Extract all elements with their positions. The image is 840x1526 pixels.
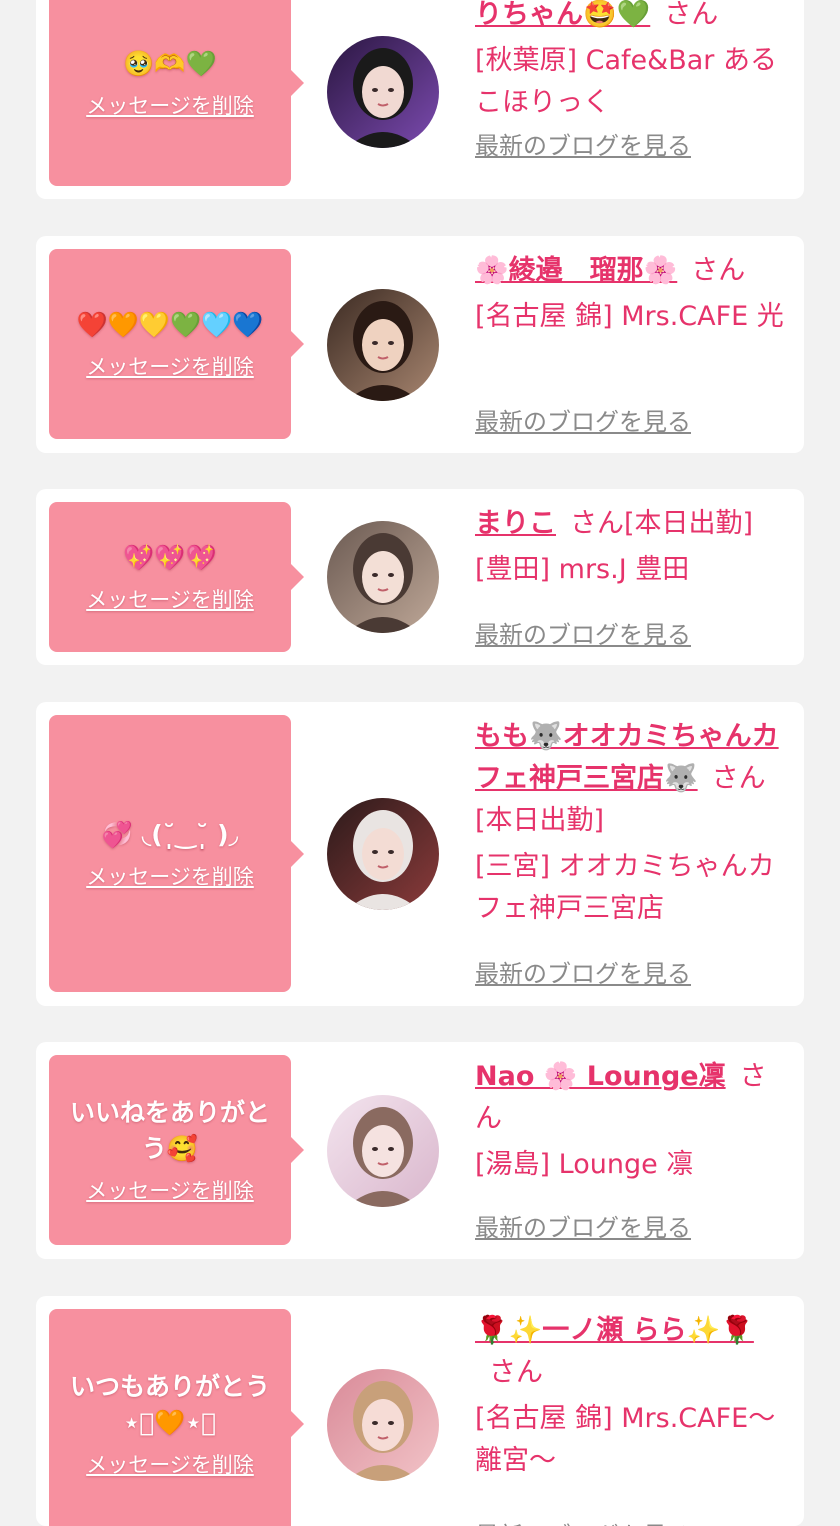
avatar-image	[327, 1095, 439, 1207]
shop-name: [豊田] mrs.J 豊田	[475, 554, 690, 585]
shop-name: [名古屋 錦] Mrs.CAFE 光	[475, 301, 784, 332]
delete-message-link[interactable]: メッセージを削除	[86, 90, 254, 120]
delete-message-link[interactable]: メッセージを削除	[86, 584, 254, 614]
shop-name: [秋葉原] Cafe&Bar あるこほりっく	[475, 45, 777, 118]
message-text: ❤️🧡💛💚🩵💙	[76, 310, 264, 339]
delete-message-link[interactable]: メッセージを削除	[86, 1449, 254, 1479]
san-suffix: さん	[664, 0, 719, 30]
avatar[interactable]	[327, 1369, 439, 1481]
message-bubble: 🥹🫶💚 メッセージを削除	[49, 0, 304, 186]
shop-name: [三宮] オオカミちゃんカフェ神戸三宮店	[475, 851, 775, 924]
san-suffix: さん	[691, 255, 746, 286]
delete-message-link[interactable]: メッセージを削除	[86, 351, 254, 381]
avatar-image	[327, 521, 439, 633]
message-list: 🥹🫶💚 メッセージを削除 りちゃん🤩💚 さん [秋葉原] Cafe&Bar あるこ…	[0, 0, 840, 1526]
cast-name-link[interactable]: 🌸綾邉 瑠那🌸	[475, 255, 677, 286]
avatar[interactable]	[327, 36, 439, 148]
cast-name-link[interactable]: まりこ	[475, 508, 556, 539]
message-bubble: いつもありがとう ⋆͛🧡⋆͛ メッセージを削除	[49, 1309, 304, 1526]
cast-info: 🌹✨一ノ瀬 らら✨🌹 さん [名古屋 錦] Mrs.CAFE〜離宮〜	[475, 1310, 792, 1482]
cast-info: Nao 🌸 Lounge凜 さん [湯島] Lounge 凛	[475, 1056, 792, 1186]
message-card: 🥹🫶💚 メッセージを削除 りちゃん🤩💚 さん [秋葉原] Cafe&Bar あるこ…	[36, 0, 804, 199]
avatar-image	[327, 1369, 439, 1481]
latest-blog-link[interactable]: 最新のブログを見る	[475, 126, 691, 161]
message-bubble: ❤️🧡💛💚🩵💙 メッセージを削除	[49, 249, 304, 439]
san-suffix: さん	[489, 1357, 543, 1388]
message-bubble: いいねをありがとう🥰 メッセージを削除	[49, 1055, 304, 1245]
shop-name: [名古屋 錦] Mrs.CAFE〜離宮〜	[475, 1403, 776, 1476]
message-card: いつもありがとう ⋆͛🧡⋆͛ メッセージを削除 🌹✨一ノ瀬 らら✨🌹 さん [名古…	[36, 1296, 804, 1526]
message-text: いつもありがとう ⋆͛🧡⋆͛	[69, 1372, 270, 1437]
message-bubble: 💞 ◟(˘̩̩̩‿˘̩̩̩ )◞ メッセージを削除	[49, 715, 304, 992]
avatar[interactable]	[327, 289, 439, 401]
message-text: 💖💖💖	[123, 543, 217, 572]
name-line: まりこ さん[本日出勤]	[475, 503, 792, 545]
cast-info: 🌸綾邉 瑠那🌸 さん [名古屋 錦] Mrs.CAFE 光	[475, 250, 792, 338]
name-line: 🌸綾邉 瑠那🌸 さん	[475, 250, 792, 292]
message-bubble: 💖💖💖 メッセージを削除	[49, 502, 304, 652]
avatar[interactable]	[327, 521, 439, 633]
name-line: 🌹✨一ノ瀬 らら✨🌹 さん	[475, 1310, 792, 1394]
latest-blog-link[interactable]: 最新のブログを見る	[475, 402, 691, 437]
status-badge: [本日出勤]	[624, 508, 754, 539]
latest-blog-link[interactable]: 最新のブログを見る	[475, 1516, 691, 1526]
cast-info: まりこ さん[本日出勤] [豊田] mrs.J 豊田	[475, 503, 792, 591]
name-line: りちゃん🤩💚 さん	[475, 0, 792, 36]
message-card: 💖💖💖 メッセージを削除 まりこ さん[本日出勤] [豊田] mrs.J 豊田 最…	[36, 489, 804, 665]
latest-blog-link[interactable]: 最新のブログを見る	[475, 954, 691, 989]
san-suffix: さん	[570, 508, 624, 539]
message-text: 🥹🫶💚	[123, 49, 217, 78]
shop-name: [湯島] Lounge 凛	[475, 1149, 694, 1180]
message-card: ❤️🧡💛💚🩵💙 メッセージを削除 🌸綾邉 瑠那🌸 さん [名古屋 錦] Mrs.C…	[36, 236, 804, 453]
message-text: 💞 ◟(˘̩̩̩‿˘̩̩̩ )◞	[101, 819, 239, 849]
latest-blog-link[interactable]: 最新のブログを見る	[475, 1208, 691, 1243]
cast-name-link[interactable]: 🌹✨一ノ瀬 らら✨🌹	[475, 1315, 754, 1346]
message-text: いいねをありがとう🥰	[69, 1098, 270, 1163]
cast-info: もも🐺オオカミちゃんカフェ神戸三宮店🐺 さん[本日出勤] [三宮] オオカミちゃん…	[475, 716, 792, 930]
avatar-image	[327, 36, 439, 148]
delete-message-link[interactable]: メッセージを削除	[86, 861, 254, 891]
delete-message-link[interactable]: メッセージを削除	[86, 1175, 254, 1205]
message-card: 💞 ◟(˘̩̩̩‿˘̩̩̩ )◞ メッセージを削除 もも🐺オオカミちゃんカフェ神…	[36, 702, 804, 1006]
message-card: いいねをありがとう🥰 メッセージを削除 Nao 🌸 Lounge凜 さん [湯島]…	[36, 1042, 804, 1259]
latest-blog-link[interactable]: 最新のブログを見る	[475, 615, 691, 650]
avatar[interactable]	[327, 798, 439, 910]
san-suffix: さん	[711, 763, 766, 794]
name-line: Nao 🌸 Lounge凜 さん	[475, 1056, 792, 1140]
avatar-image	[327, 798, 439, 910]
cast-info: りちゃん🤩💚 さん [秋葉原] Cafe&Bar あるこほりっく	[475, 0, 792, 124]
avatar[interactable]	[327, 1095, 439, 1207]
name-line: もも🐺オオカミちゃんカフェ神戸三宮店🐺 さん[本日出勤]	[475, 716, 792, 842]
avatar-image	[327, 289, 439, 401]
cast-name-link[interactable]: りちゃん🤩💚	[475, 0, 650, 30]
status-badge: [本日出勤]	[475, 805, 605, 836]
cast-name-link[interactable]: Nao 🌸 Lounge凜	[475, 1061, 726, 1092]
